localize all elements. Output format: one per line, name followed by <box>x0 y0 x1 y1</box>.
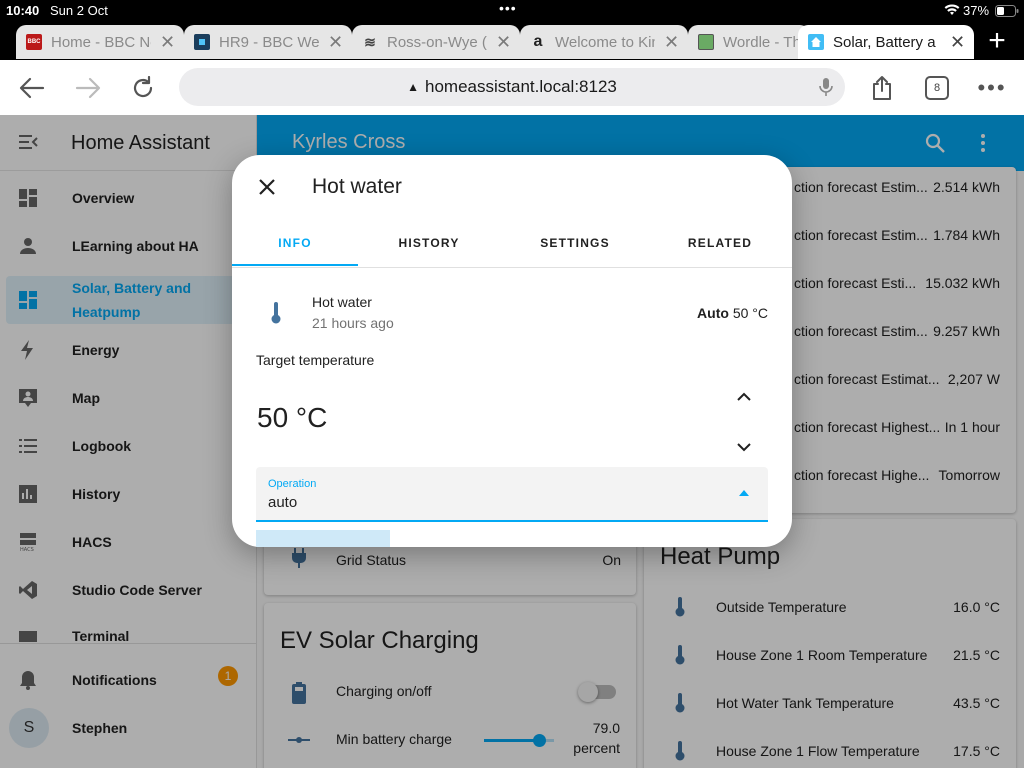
browser-tab-solar-active[interactable]: Solar, Battery a ✕ <box>798 25 974 59</box>
close-tab-icon[interactable]: ✕ <box>496 32 511 53</box>
wordle-icon <box>698 34 714 50</box>
browser-tab-bbc-weather[interactable]: HR9 - BBC Wea ✕ <box>184 25 352 59</box>
dropdown-arrow-icon <box>739 490 749 496</box>
operation-dropdown-menu[interactable] <box>256 530 390 547</box>
forward-arrow-icon[interactable] <box>73 73 103 103</box>
browser-tab-ross-on-wye[interactable]: ≋ Ross-on-Wye ( ✕ <box>352 25 520 59</box>
target-temperature-value: 50 °C <box>257 402 328 433</box>
close-tab-icon[interactable]: ✕ <box>160 32 175 53</box>
bbc-news-icon: BBC <box>26 34 42 50</box>
tab-settings[interactable]: SETTINGS <box>512 233 638 267</box>
tab-related[interactable]: RELATED <box>657 233 783 267</box>
tab-label: Wordle - Th <box>723 33 800 51</box>
close-tab-icon[interactable]: ✕ <box>664 32 679 53</box>
wifi-icon <box>944 4 960 16</box>
tab-label: Ross-on-Wye ( <box>387 33 487 51</box>
close-icon[interactable] <box>259 179 275 195</box>
reload-icon[interactable] <box>128 73 158 103</box>
more-dots-icon[interactable]: ••• <box>977 73 1007 103</box>
more-info-dialog: Hot water INFO HISTORY SETTINGS RELATED … <box>232 155 792 547</box>
status-bar: 10:40 Sun 2 Oct ••• 37% <box>0 0 1024 22</box>
tab-label: HR9 - BBC Wea <box>219 33 319 51</box>
entity-last-changed: 21 hours ago <box>312 315 394 331</box>
tabs-count-button[interactable]: 8 <box>922 73 952 103</box>
new-tab-plus-icon[interactable]: + <box>980 24 1014 58</box>
tab-label: Welcome to Kin <box>555 33 655 51</box>
share-icon[interactable] <box>867 73 897 103</box>
status-time: 10:40 <box>6 3 40 18</box>
chevron-up-icon[interactable] <box>737 392 751 402</box>
operation-select[interactable]: Operation auto <box>256 467 768 522</box>
browser-tab-wordle[interactable]: Wordle - Th <box>688 25 810 59</box>
status-date: Sun 2 Oct <box>50 3 108 18</box>
thermometer-icon <box>271 302 281 324</box>
microphone-icon[interactable] <box>819 77 833 97</box>
dialog-title: Hot water <box>312 175 402 198</box>
back-arrow-icon[interactable] <box>17 73 47 103</box>
state-mode: Auto <box>697 305 729 321</box>
active-tab-indicator <box>232 264 358 266</box>
entity-name: Hot water <box>312 294 372 310</box>
bbc-weather-icon <box>194 34 210 50</box>
tab-info[interactable]: INFO <box>232 233 358 267</box>
target-temperature-label: Target temperature <box>256 352 375 368</box>
browser-toolbar: ▲ homeassistant.local:8123 8 ••• <box>0 60 1024 115</box>
entity-state: Auto 50 °C <box>697 305 768 321</box>
browser-tab-strip: BBC Home - BBC Ne ✕ HR9 - BBC Wea ✕ ≋ Ro… <box>0 22 1024 60</box>
battery-icon <box>995 5 1019 17</box>
tab-history[interactable]: HISTORY <box>366 233 492 267</box>
weather-waves-icon: ≋ <box>364 33 376 50</box>
battery-percent: 37% <box>963 3 990 18</box>
close-tab-icon[interactable]: ✕ <box>950 32 965 53</box>
warning-icon: ▲ <box>407 80 420 94</box>
close-tab-icon[interactable]: ✕ <box>328 32 343 53</box>
browser-tab-bbc-news[interactable]: BBC Home - BBC Ne ✕ <box>16 25 184 59</box>
browser-tab-amazon[interactable]: a Welcome to Kin ✕ <box>520 25 688 59</box>
tabs-count: 8 <box>925 76 949 100</box>
address-bar[interactable]: ▲ homeassistant.local:8123 <box>179 68 845 106</box>
operation-value: auto <box>268 494 298 511</box>
chevron-down-icon[interactable] <box>737 442 751 452</box>
tab-label: Home - BBC Ne <box>51 33 151 51</box>
address-text: homeassistant.local:8123 <box>425 77 617 96</box>
amazon-icon: a <box>533 33 543 50</box>
state-temperature: 50 °C <box>732 305 768 321</box>
operation-label: Operation <box>268 478 317 490</box>
multitask-dots-icon[interactable]: ••• <box>499 0 517 16</box>
home-assistant-icon <box>808 34 824 50</box>
tab-divider <box>232 267 792 268</box>
tab-label: Solar, Battery a <box>833 33 936 51</box>
